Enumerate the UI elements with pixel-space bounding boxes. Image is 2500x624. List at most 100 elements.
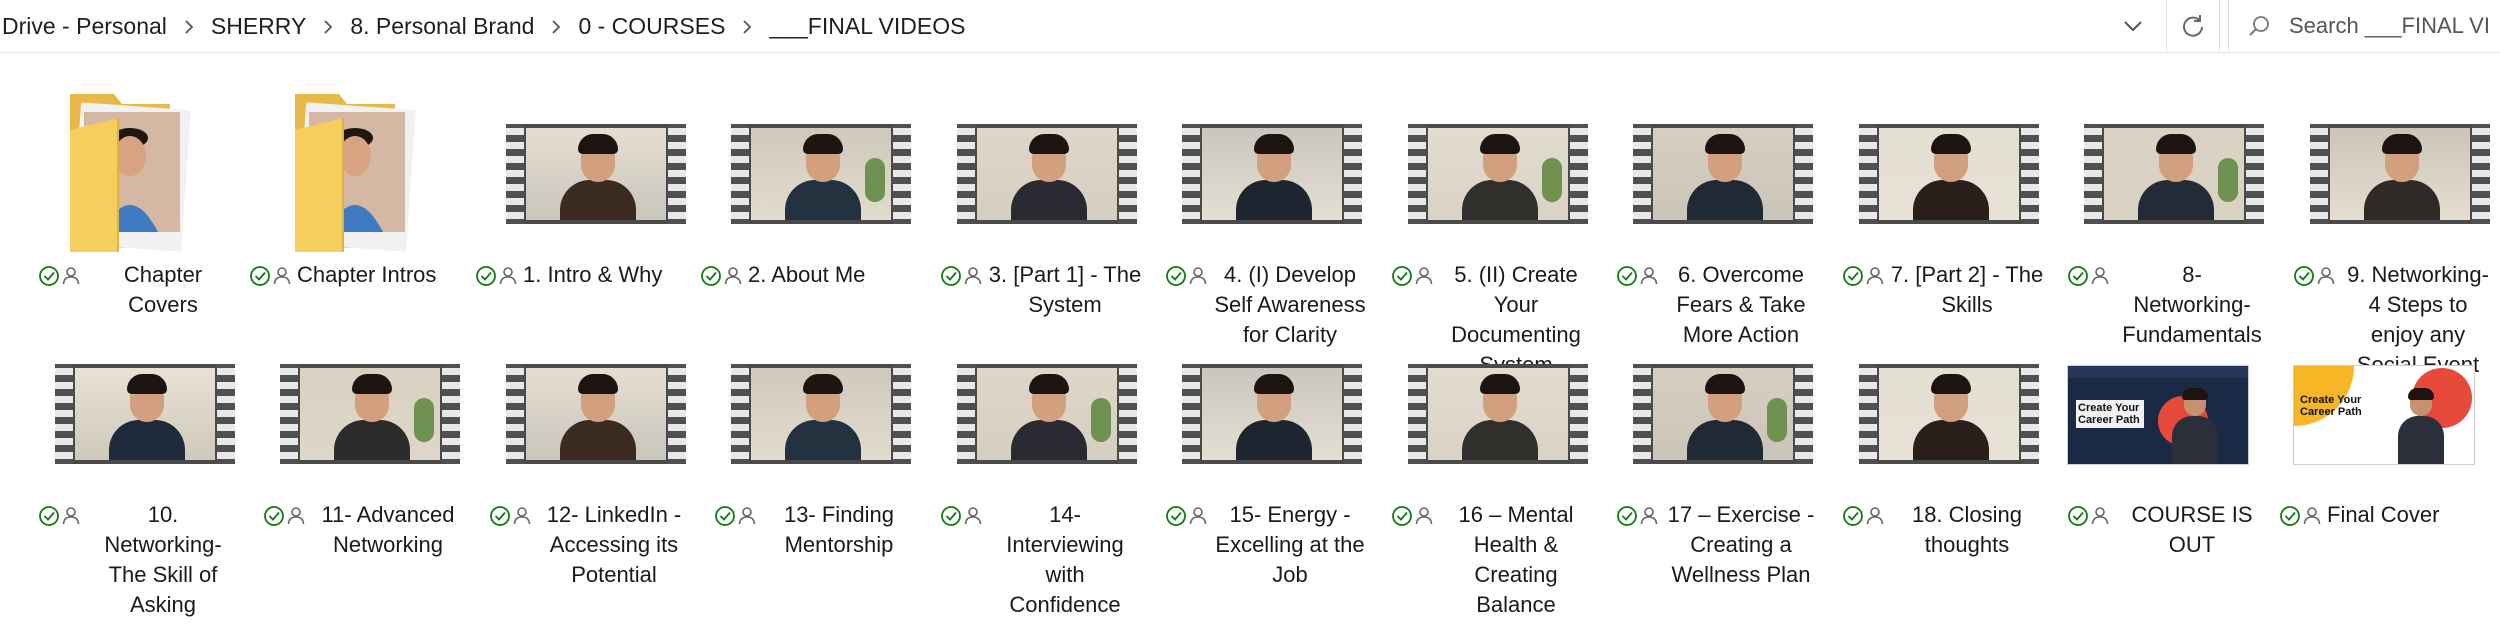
file-name: COURSE IS OUT xyxy=(2109,500,2275,560)
sync-status-icon xyxy=(2068,266,2088,286)
file-name: Chapter Intros xyxy=(297,260,471,290)
sync-status-icon xyxy=(476,266,496,286)
video-thumbnail xyxy=(698,300,924,475)
shared-person-icon xyxy=(1189,507,1207,525)
chevron-right-icon[interactable] xyxy=(308,16,348,37)
sync-status-icon xyxy=(1166,506,1186,526)
shared-person-icon xyxy=(2303,507,2321,525)
status-icons xyxy=(714,504,758,533)
sync-status-icon xyxy=(1166,266,1186,286)
file-name-line: 16 – Mental xyxy=(1458,502,1574,527)
file-name-line: Job xyxy=(1272,562,1308,587)
refresh-icon xyxy=(2183,15,2203,37)
file-name: Final Cover xyxy=(2327,500,2500,530)
chevron-right-icon[interactable] xyxy=(169,16,209,37)
file-name-line: 18. Closing xyxy=(1911,502,2023,527)
shared-person-icon xyxy=(1189,267,1207,285)
folder-icon xyxy=(247,60,473,252)
file-name-line: Interviewing xyxy=(1006,532,1124,557)
shared-person-icon xyxy=(2317,267,2335,285)
video-thumbnail xyxy=(924,300,1150,475)
sync-status-icon xyxy=(941,266,961,286)
file-name-line: 14- xyxy=(1049,502,1081,527)
sync-status-icon xyxy=(264,506,284,526)
sync-status-icon xyxy=(2068,506,2088,526)
status-icons xyxy=(1165,264,1209,293)
video-thumbnail xyxy=(698,60,924,235)
video-thumbnail xyxy=(2051,60,2277,235)
search-input[interactable] xyxy=(2289,13,2489,39)
status-icons xyxy=(489,504,533,533)
video-thumbnail xyxy=(22,300,248,475)
video-thumbnail xyxy=(1149,300,1375,475)
search-icon xyxy=(2229,14,2289,38)
video-thumbnail xyxy=(1826,60,2052,235)
file-name-line: Potential xyxy=(571,562,657,587)
file-name-line: Health & xyxy=(1473,532,1559,557)
address-bar: Drive - Personal SHERRY 8. Personal Bran… xyxy=(0,0,2500,53)
chevron-right-icon[interactable] xyxy=(536,16,576,37)
file-name-line: 6. Overcome xyxy=(1678,262,1804,287)
status-icons xyxy=(1165,504,1209,533)
video-thumbnail xyxy=(1826,300,2052,475)
status-icons xyxy=(940,264,984,293)
file-name-line: 2. About Me xyxy=(748,262,866,287)
shared-person-icon xyxy=(1415,267,1433,285)
sync-status-icon xyxy=(1617,266,1637,286)
file-name-line: Excelling at the xyxy=(1215,532,1365,557)
file-name-line: Asking xyxy=(129,592,197,617)
file-name-line: Creating a xyxy=(1690,532,1792,557)
chevron-down-icon[interactable] xyxy=(2110,0,2156,52)
folder-icon xyxy=(22,60,248,252)
file-name-line: Creating xyxy=(1474,562,1558,587)
status-icons xyxy=(475,264,519,293)
file-name: 16 – Mental Health & Creating Balance xyxy=(1433,500,1599,620)
shared-person-icon xyxy=(1640,507,1658,525)
video-thumbnail xyxy=(1600,300,1826,475)
shared-person-icon xyxy=(287,507,305,525)
sync-status-icon xyxy=(1392,266,1412,286)
breadcrumb-item-final-videos[interactable]: ___FINAL VIDEOS xyxy=(767,13,967,40)
file-name-line: 12- LinkedIn - xyxy=(546,502,682,527)
file-name-line: Confidence xyxy=(1009,592,1121,617)
chevron-right-icon[interactable] xyxy=(727,16,767,37)
file-name-line: Wellness Plan xyxy=(1671,562,1811,587)
breadcrumb-item-sherry[interactable]: SHERRY xyxy=(209,13,308,40)
file-name-line: Chapter Intros xyxy=(297,262,437,287)
sync-status-icon xyxy=(1617,506,1637,526)
file-name-line: thoughts xyxy=(1924,532,2010,557)
sync-status-icon xyxy=(941,506,961,526)
file-name-line: 17 – Exercise - xyxy=(1667,502,1815,527)
sync-status-icon xyxy=(1843,506,1863,526)
file-name-line: 4. (I) Develop xyxy=(1223,262,1357,287)
file-name-line: COURSE IS xyxy=(2131,502,2253,527)
file-name-line: The Skill of xyxy=(108,562,218,587)
breadcrumb-item-personal-brand[interactable]: 8. Personal Brand xyxy=(348,13,536,40)
search-box[interactable] xyxy=(2228,0,2500,52)
status-icons xyxy=(1391,264,1435,293)
file-name-line: 9. Networking- xyxy=(2347,262,2489,287)
shared-person-icon xyxy=(1640,267,1658,285)
status-icons xyxy=(1616,264,1660,293)
file-name-line: Mentorship xyxy=(784,532,894,557)
file-name: 13- Finding Mentorship xyxy=(756,500,922,560)
status-icons xyxy=(2279,504,2323,533)
file-name-line: 11- Advanced xyxy=(321,502,455,527)
file-name-line: Chapter xyxy=(123,262,203,287)
sync-status-icon xyxy=(490,506,510,526)
file-name: 17 – Exercise - Creating a Wellness Plan xyxy=(1658,500,1824,590)
status-icons xyxy=(263,504,307,533)
breadcrumb-item-drive[interactable]: Drive - Personal xyxy=(0,13,169,40)
breadcrumb-item-courses[interactable]: 0 - COURSES xyxy=(576,13,727,40)
shared-person-icon xyxy=(513,507,531,525)
shared-person-icon xyxy=(2091,507,2109,525)
file-name: 15- Energy - Excelling at the Job xyxy=(1207,500,1373,590)
file-name-line: Networking- xyxy=(104,532,222,557)
file-name: 12- LinkedIn - Accessing its Potential xyxy=(531,500,697,590)
video-thumbnail xyxy=(1375,300,1601,475)
shared-person-icon xyxy=(273,267,291,285)
file-name-line: 13- Finding xyxy=(783,502,895,527)
video-thumbnail xyxy=(1375,60,1601,235)
status-icons xyxy=(1391,504,1435,533)
refresh-button[interactable] xyxy=(2166,0,2220,52)
